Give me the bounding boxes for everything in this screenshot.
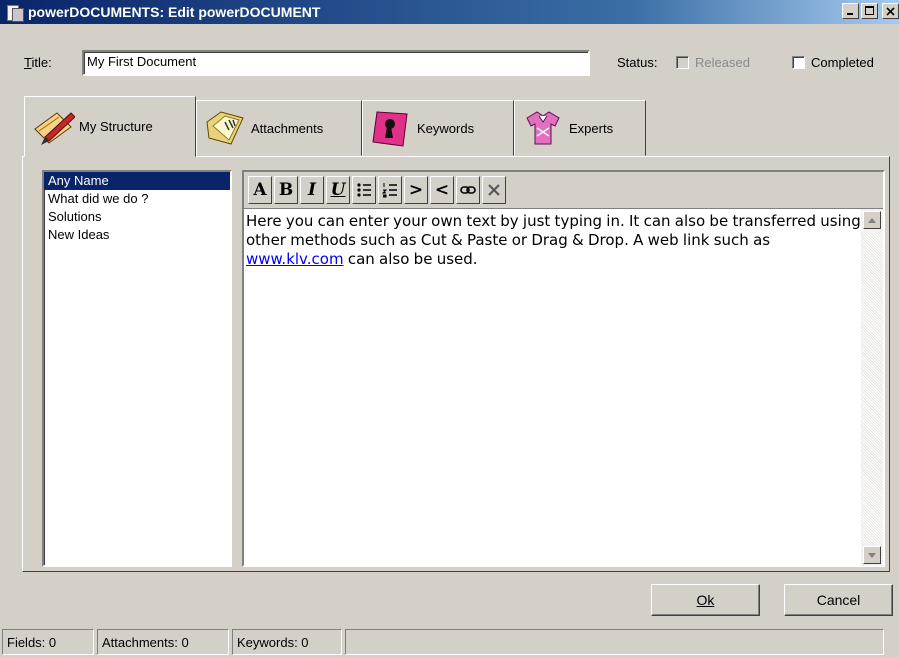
underline-icon: U — [330, 180, 346, 200]
tab-keywords-label: Keywords — [417, 120, 475, 136]
editor-text[interactable]: Here you can enter your own text by just… — [246, 212, 861, 269]
released-label: Released — [695, 55, 750, 70]
maximize-button[interactable] — [861, 3, 878, 19]
list-item[interactable]: Any Name — [44, 172, 230, 190]
released-checkbox[interactable]: Released — [676, 55, 750, 70]
released-checkbox-box[interactable] — [676, 56, 689, 69]
list-item[interactable]: What did we do ? — [44, 190, 230, 208]
minimize-icon — [847, 12, 853, 15]
format-toolbar: A B I U > < — [244, 172, 883, 208]
pencil-paper-icon — [34, 111, 75, 145]
arrow-up-icon — [868, 217, 876, 223]
title-label: Title: — [24, 55, 52, 70]
text-editor[interactable]: Here you can enter your own text by just… — [244, 208, 883, 566]
outdent-icon: < — [434, 180, 450, 200]
status-keywords: Keywords: 0 — [232, 629, 342, 655]
ok-label: Ok — [696, 592, 715, 608]
shirt-icon — [526, 111, 560, 145]
status-message — [345, 629, 884, 655]
completed-label: Completed — [811, 55, 874, 70]
list-item[interactable]: New Ideas — [44, 226, 230, 244]
cancel-label: Cancel — [816, 592, 861, 608]
keyhole-icon — [372, 111, 408, 147]
folder-icon — [206, 111, 244, 145]
link-button[interactable] — [456, 176, 480, 204]
tab-attachments-label: Attachments — [251, 120, 324, 136]
status-attachments: Attachments: 0 — [97, 629, 229, 655]
tab-keywords[interactable]: Keywords — [362, 100, 514, 156]
editor-body-text: Here you can enter your own text by just… — [246, 212, 861, 249]
editor-tail-text: can also be used. — [343, 250, 478, 268]
completed-checkbox[interactable]: Completed — [792, 55, 874, 70]
link-icon — [460, 186, 476, 194]
tab-experts-label: Experts — [569, 120, 614, 136]
numbered-list-button[interactable] — [378, 176, 402, 204]
indent-button[interactable]: > — [404, 176, 428, 204]
italic-button[interactable]: I — [300, 176, 324, 204]
outdent-button[interactable]: < — [430, 176, 454, 204]
status-fields: Fields: 0 — [2, 629, 94, 655]
scroll-down-button[interactable] — [863, 546, 881, 564]
title-input[interactable]: My First Document — [82, 50, 590, 76]
window-title: powerDOCUMENTS: Edit powerDOCUMENT — [28, 4, 321, 20]
app-icon — [6, 3, 24, 22]
tab-attachments[interactable]: Attachments — [196, 100, 362, 156]
editor-scrollbar[interactable] — [861, 209, 883, 566]
numbered-list-icon — [382, 183, 397, 198]
editor-container: A B I U > < Here you can enter your own … — [242, 170, 885, 567]
bold-icon: B — [278, 180, 294, 200]
bullet-list-button[interactable] — [352, 176, 376, 204]
web-link[interactable]: www.klv.com — [246, 250, 344, 268]
arrow-down-icon — [868, 552, 876, 558]
clear-icon — [488, 184, 500, 196]
maximize-icon — [864, 6, 874, 15]
cancel-button[interactable]: Cancel — [784, 584, 893, 616]
font-icon: A — [253, 180, 267, 200]
window-titlebar[interactable]: powerDOCUMENTS: Edit powerDOCUMENT — [0, 0, 899, 24]
scroll-up-button[interactable] — [863, 211, 881, 229]
bullet-list-icon — [357, 183, 371, 197]
indent-icon: > — [408, 180, 424, 200]
font-button[interactable]: A — [248, 176, 272, 204]
tab-my-structure[interactable]: My Structure — [24, 96, 196, 157]
completed-checkbox-box[interactable] — [792, 56, 805, 69]
tab-experts[interactable]: Experts — [514, 100, 646, 156]
underline-button[interactable]: U — [326, 176, 350, 204]
ok-button[interactable]: Ok — [651, 584, 760, 616]
bold-button[interactable]: B — [274, 176, 298, 204]
status-bar: Fields: 0 Attachments: 0 Keywords: 0 — [0, 626, 899, 657]
status-label: Status: — [617, 55, 658, 70]
clear-format-button[interactable] — [482, 176, 506, 204]
close-button[interactable] — [882, 3, 899, 19]
close-icon — [886, 6, 895, 16]
minimize-button[interactable] — [842, 3, 859, 19]
list-item[interactable]: Solutions — [44, 208, 230, 226]
tab-my-structure-label: My Structure — [79, 119, 153, 134]
italic-icon: I — [308, 180, 316, 200]
structure-list[interactable]: Any Name What did we do ? Solutions New … — [42, 170, 232, 567]
